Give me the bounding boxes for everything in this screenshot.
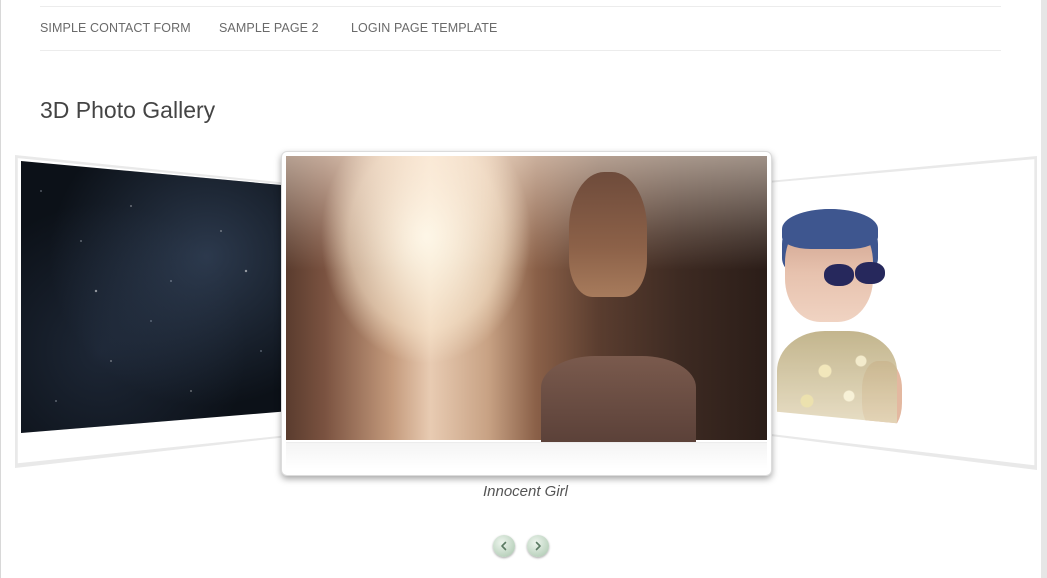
- nav-item-login-page-template[interactable]: LOGIN PAGE TEMPLATE: [351, 21, 497, 35]
- image-detail: [782, 209, 878, 249]
- chevron-right-icon: [535, 541, 541, 551]
- starry-sky-image: [21, 161, 287, 433]
- image-detail: [541, 356, 696, 446]
- top-navigation: SIMPLE CONTACT FORM SAMPLE PAGE 2 LOGIN …: [40, 6, 1001, 51]
- image-detail: [855, 262, 885, 284]
- gallery-card-previous[interactable]: [15, 155, 290, 468]
- image-detail: [569, 172, 647, 297]
- gallery-card-next[interactable]: [767, 156, 1037, 470]
- gallery-caption: Innocent Girl: [482, 483, 569, 500]
- next-button[interactable]: [527, 535, 549, 557]
- previous-button[interactable]: [493, 535, 515, 557]
- nav-item-simple-contact-form[interactable]: SIMPLE CONTACT FORM: [40, 21, 191, 35]
- innocent-girl-image: [286, 156, 767, 446]
- card-reflection: [286, 442, 767, 469]
- chevron-left-icon: [501, 541, 507, 551]
- gallery-card-current[interactable]: [281, 151, 772, 476]
- nav-item-sample-page-2[interactable]: SAMPLE PAGE 2: [219, 21, 319, 35]
- page-title: 3D Photo Gallery: [40, 97, 216, 123]
- girl-with-sunglasses-image: [772, 161, 1030, 436]
- image-detail: [824, 264, 854, 286]
